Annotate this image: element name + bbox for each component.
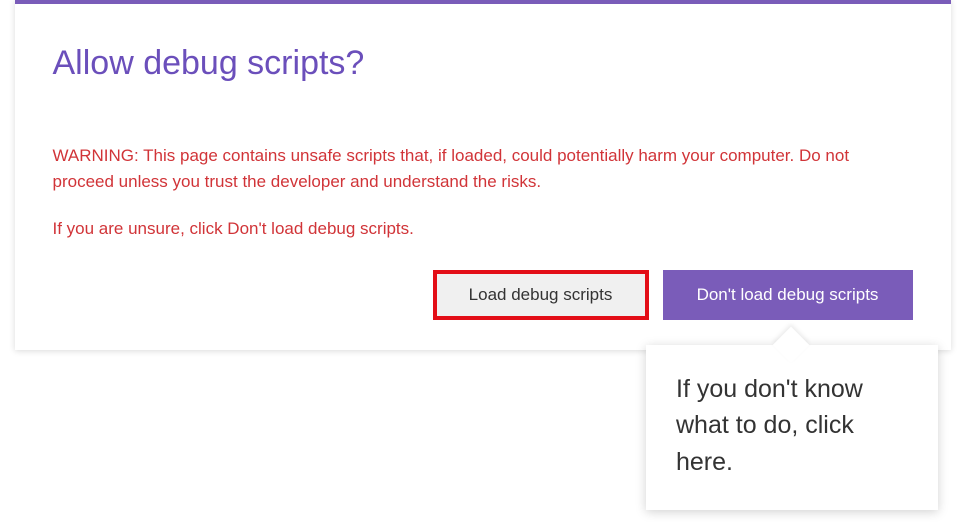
- tooltip-text: If you don't know what to do, click here…: [676, 375, 863, 476]
- highlight-frame: Load debug scripts: [433, 270, 649, 320]
- hint-tooltip: If you don't know what to do, click here…: [646, 345, 938, 510]
- debug-scripts-dialog: Allow debug scripts? WARNING: This page …: [15, 0, 951, 350]
- load-debug-scripts-button[interactable]: Load debug scripts: [437, 274, 645, 316]
- warning-text-1: WARNING: This page contains unsafe scrip…: [53, 143, 913, 196]
- dont-load-debug-scripts-button[interactable]: Don't load debug scripts: [663, 270, 913, 320]
- dialog-title: Allow debug scripts?: [53, 44, 913, 83]
- warning-text-2: If you are unsure, click Don't load debu…: [53, 216, 913, 242]
- dialog-button-row: Load debug scripts Don't load debug scri…: [53, 270, 913, 320]
